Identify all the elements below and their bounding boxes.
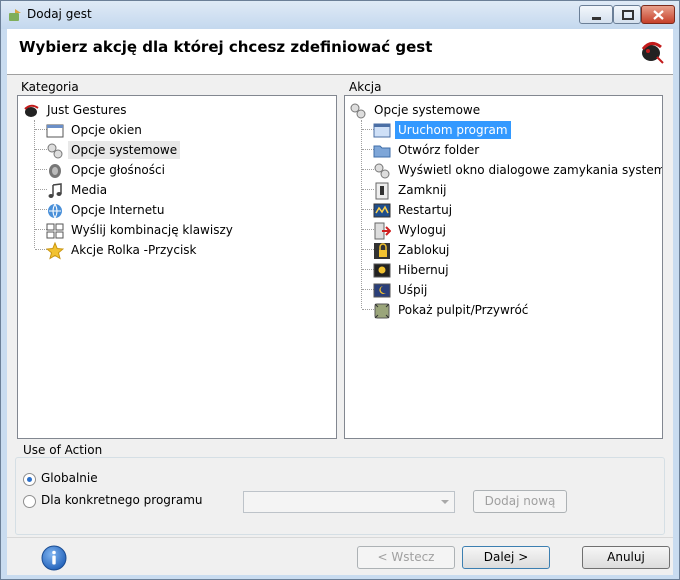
page-title: Wybierz akcję dla której chcesz zdefinio… bbox=[19, 38, 433, 56]
title-bar[interactable]: Dodaj gest bbox=[1, 1, 679, 29]
akcja-label: Akcja bbox=[347, 80, 384, 94]
globe-icon bbox=[48, 203, 62, 220]
sleep-moon-icon bbox=[373, 283, 391, 298]
minimize-icon bbox=[592, 17, 601, 20]
folder-icon bbox=[373, 145, 391, 158]
close-button[interactable] bbox=[641, 5, 675, 24]
dialog-header: Wybierz akcję dla której chcesz zdefinio… bbox=[7, 29, 673, 75]
hibernate-icon bbox=[373, 263, 391, 278]
music-note-icon bbox=[48, 183, 62, 198]
gears-icon bbox=[350, 103, 366, 119]
restart-icon bbox=[373, 203, 391, 218]
info-icon[interactable] bbox=[41, 545, 67, 571]
kategoria-tree[interactable]: Just Gestures Opcje okien Opcje systemow… bbox=[17, 95, 337, 439]
use-of-action-label: Use of Action bbox=[21, 443, 105, 457]
logout-icon bbox=[374, 222, 391, 240]
radio-globalnie-label[interactable]: Globalnie bbox=[41, 471, 98, 485]
lock-icon bbox=[374, 243, 390, 259]
gears-icon bbox=[374, 163, 390, 179]
add-new-button[interactable]: Dodaj nową bbox=[473, 490, 567, 513]
next-button[interactable]: Dalej > bbox=[462, 546, 550, 569]
radio-globalnie[interactable] bbox=[23, 473, 36, 486]
gears-icon bbox=[47, 143, 63, 159]
app-icon bbox=[9, 9, 21, 21]
maximize-icon bbox=[622, 10, 634, 20]
program-select[interactable] bbox=[243, 491, 455, 513]
desktop-icon bbox=[374, 303, 390, 319]
speaker-icon bbox=[49, 164, 61, 178]
just-gestures-logo-icon bbox=[641, 42, 664, 64]
keyboard-icon bbox=[46, 223, 64, 239]
cancel-button[interactable]: Anuluj bbox=[582, 546, 670, 569]
window-icon bbox=[46, 124, 64, 138]
shutdown-icon bbox=[375, 182, 389, 200]
radio-dla-programu-label[interactable]: Dla konkretnego programu bbox=[41, 493, 203, 507]
minimize-button[interactable] bbox=[579, 5, 613, 24]
akcja-tree[interactable]: Opcje systemowe Uruchom program Otwórz f… bbox=[344, 95, 663, 439]
footer-divider bbox=[7, 537, 673, 538]
add-gesture-window: Dodaj gest Wybierz akcję dla której chce… bbox=[0, 0, 680, 580]
back-button[interactable]: < Wstecz bbox=[357, 546, 455, 569]
radio-dla-programu[interactable] bbox=[23, 495, 36, 508]
close-icon bbox=[653, 10, 664, 20]
just-gestures-icon bbox=[24, 104, 39, 117]
window-title: Dodaj gest bbox=[27, 7, 92, 21]
chevron-down-icon bbox=[441, 500, 449, 504]
program-window-icon bbox=[373, 123, 391, 138]
kategoria-label: Kategoria bbox=[19, 80, 81, 94]
star-icon bbox=[46, 242, 64, 260]
maximize-button[interactable] bbox=[613, 5, 641, 24]
dialog-client: Wybierz akcję dla której chcesz zdefinio… bbox=[7, 29, 673, 575]
